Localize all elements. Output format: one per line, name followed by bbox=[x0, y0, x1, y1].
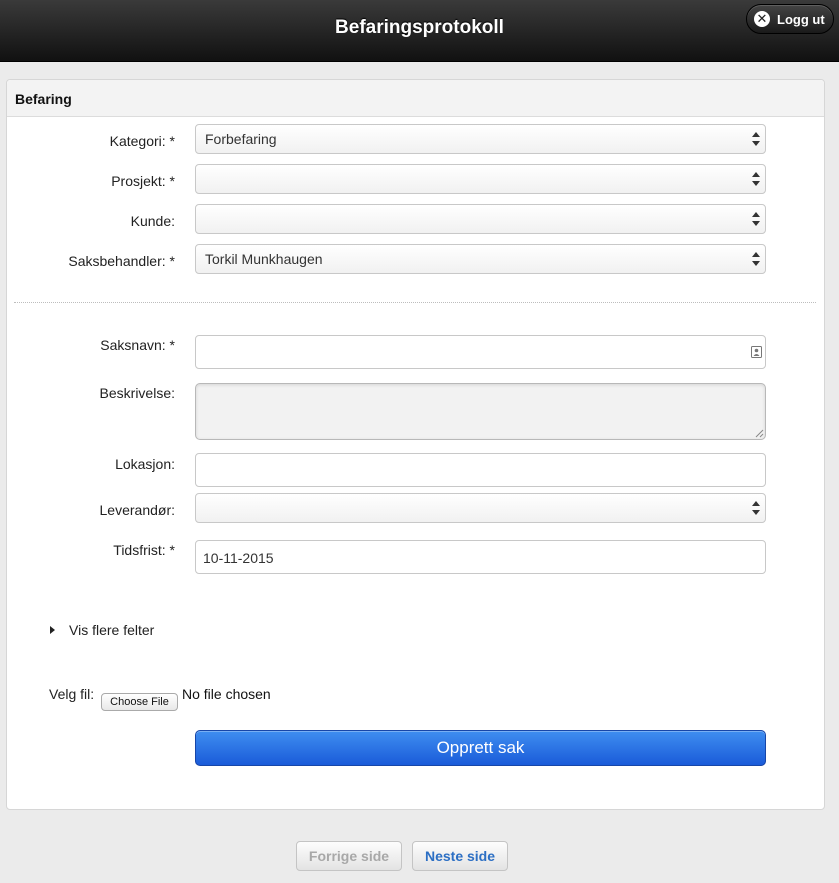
more-fields-toggle[interactable]: Vis flere felter bbox=[50, 622, 154, 638]
prosjekt-select[interactable] bbox=[195, 164, 766, 194]
close-icon: ✕ bbox=[754, 11, 770, 27]
kategori-select[interactable]: Forbefaring bbox=[195, 124, 766, 154]
previous-page-button[interactable]: Forrige side bbox=[296, 841, 402, 871]
choose-file-button[interactable]: Choose File bbox=[101, 693, 178, 711]
panel-header: Befaring bbox=[7, 80, 824, 117]
leverandor-label: Leverandør: bbox=[99, 502, 175, 518]
create-case-button[interactable]: Opprett sak bbox=[195, 730, 766, 766]
panel-title: Befaring bbox=[15, 91, 72, 107]
contact-card-icon[interactable] bbox=[751, 346, 762, 358]
tidsfrist-value: 10-11-2015 bbox=[203, 550, 274, 566]
saksnavn-input[interactable] bbox=[195, 335, 766, 369]
resize-grip-icon[interactable] bbox=[755, 429, 764, 438]
kategori-label: Kategori: * bbox=[109, 133, 175, 149]
tidsfrist-label: Tidsfrist: * bbox=[113, 542, 175, 558]
top-bar: Befaringsprotokoll ✕ Logg ut bbox=[0, 0, 839, 62]
select-arrows-icon bbox=[752, 132, 760, 146]
select-arrows-icon bbox=[752, 212, 760, 226]
saksbehandler-select[interactable]: Torkil Munkhaugen bbox=[195, 244, 766, 274]
prosjekt-label: Prosjekt: * bbox=[111, 173, 175, 189]
kategori-value: Forbefaring bbox=[205, 131, 277, 147]
section-divider bbox=[14, 302, 816, 303]
saksbehandler-label: Saksbehandler: * bbox=[68, 253, 175, 269]
leverandor-select[interactable] bbox=[195, 493, 766, 523]
caret-right-icon bbox=[50, 626, 55, 634]
saksnavn-label: Saksnavn: * bbox=[100, 337, 175, 353]
saksbehandler-value: Torkil Munkhaugen bbox=[205, 251, 323, 267]
tidsfrist-input[interactable]: 10-11-2015 bbox=[195, 540, 766, 574]
logout-button[interactable]: ✕ Logg ut bbox=[746, 4, 834, 34]
beskrivelse-label: Beskrivelse: bbox=[99, 385, 175, 401]
kunde-select[interactable] bbox=[195, 204, 766, 234]
page-title: Befaringsprotokoll bbox=[335, 17, 504, 38]
kunde-label: Kunde: bbox=[130, 213, 175, 229]
next-page-button[interactable]: Neste side bbox=[412, 841, 508, 871]
lokasjon-label: Lokasjon: bbox=[115, 456, 175, 472]
select-arrows-icon bbox=[752, 252, 760, 266]
file-status: No file chosen bbox=[182, 686, 271, 702]
file-label: Velg fil: bbox=[49, 686, 95, 702]
select-arrows-icon bbox=[752, 172, 760, 186]
select-arrows-icon bbox=[752, 501, 760, 515]
logout-label: Logg ut bbox=[777, 11, 825, 27]
more-fields-label: Vis flere felter bbox=[69, 622, 155, 638]
lokasjon-input[interactable] bbox=[195, 453, 766, 487]
beskrivelse-textarea[interactable] bbox=[195, 383, 766, 440]
